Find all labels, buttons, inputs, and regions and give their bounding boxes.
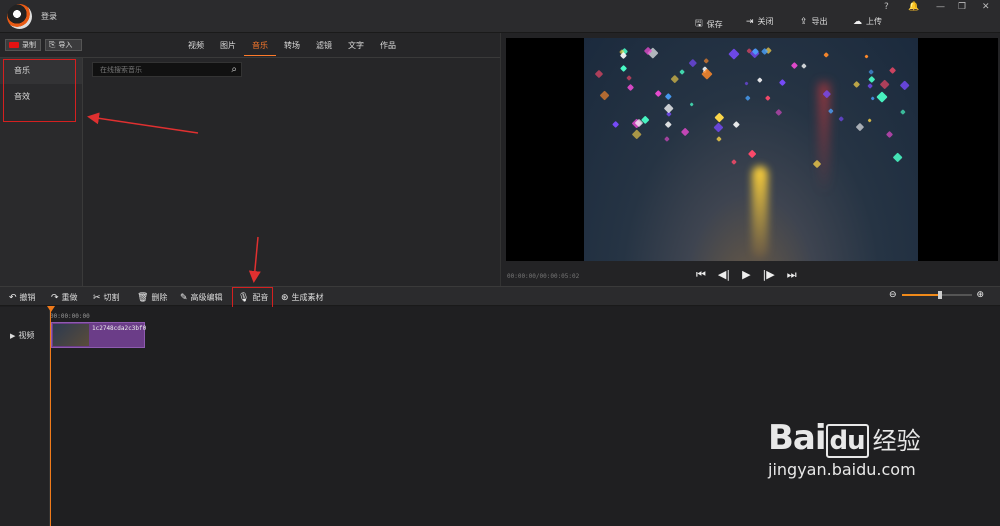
search-icon[interactable]: ⌕ [231,64,237,75]
tab-transitions[interactable]: 转场 [276,38,308,56]
export-icon: ⇪ [800,16,808,27]
clip-thumbnail [53,324,89,346]
pencil-icon: ✎ [180,292,188,303]
tab-video[interactable]: 视频 [180,38,212,56]
maximize-icon[interactable]: ❐ [958,2,966,12]
skip-start-icon[interactable]: ⏮ [696,268,706,282]
video-clip[interactable]: 1c2748cda2c3bf0 [51,322,147,348]
skip-end-icon[interactable]: ⏭ [787,268,797,282]
zoom-slider-handle[interactable] [938,291,943,299]
zoom-out-icon[interactable]: ⊖ [889,290,897,300]
zoom-in-icon[interactable]: ⊕ [977,290,985,300]
tab-text[interactable]: 文字 [340,38,372,56]
redo-icon: ↷ [51,292,59,303]
step-back-icon[interactable]: ◀| [718,268,730,282]
app-logo[interactable] [7,4,32,29]
record-button[interactable]: 录制 [5,39,41,51]
baidu-watermark: Bai du 经验 jingyan.baidu.com [768,418,921,479]
video-track-label: ▶ 视频 [10,331,35,340]
playhead-marker[interactable] [47,306,55,312]
upload-icon: ☁ [853,16,862,27]
advanced-edit-button[interactable]: ✎ 高级编辑 [180,292,223,303]
media-tabs: 视频 图片 音乐 转场 滤镜 文字 作品 [180,38,404,56]
top-bar: 登录 ? 🔔 — ❐ ✕ 🖫 保存 ⇥ 关闭 ⇪ 导出 ☁ 上传 [0,0,1000,33]
scissors-icon: ✂ [93,292,101,303]
video-stage [506,38,998,261]
video-frame[interactable] [584,38,918,261]
music-search-input[interactable]: 在线搜索音乐 ⌕ [92,62,242,77]
timecode: 00:00:00/00:00:05:02 [507,273,580,280]
import-icon: ⎘ [49,40,56,49]
tab-works[interactable]: 作品 [372,38,404,56]
playhead[interactable] [50,307,51,526]
play-icon[interactable]: ▶ [742,268,750,282]
tab-images[interactable]: 图片 [212,38,244,56]
undo-icon: ↶ [9,292,17,303]
step-forward-icon[interactable]: |▶ [763,268,775,282]
help-icon[interactable]: ? [884,2,889,12]
import-button[interactable]: ⎘ 导入 [45,39,82,51]
preview-panel: 00:00:00/00:00:05:02 ⏮ ◀| ▶ |▶ ⏭ [500,33,1000,286]
zoom-slider[interactable] [901,291,972,299]
generate-icon: ⊛ [281,292,289,303]
record-icon [9,42,19,48]
tab-filters[interactable]: 滤镜 [308,38,340,56]
video-track-icon: ▶ [10,331,16,340]
cut-button[interactable]: ✂ 切割 [93,292,120,303]
save-icon: 🖫 [695,19,703,29]
track-header: ▶ 视频 [0,307,50,526]
upload-button[interactable]: ☁ 上传 [853,16,882,27]
close-doc-icon: ⇥ [746,16,754,27]
trash-icon: 🗑 [137,292,149,303]
timeline-ruler: 00:00:00:00 [50,313,90,320]
export-button[interactable]: ⇪ 导出 [800,16,828,27]
generate-material-button[interactable]: ⊛ 生成素材 [281,292,324,303]
close-window-icon[interactable]: ✕ [982,2,990,12]
save-button[interactable]: 🖫 保存 [695,16,723,32]
close-button[interactable]: ⇥ 关闭 [746,16,774,27]
playback-controls: ⏮ ◀| ▶ |▶ ⏭ [696,268,797,282]
media-panel: 录制 ⎘ 导入 视频 图片 音乐 转场 滤镜 文字 作品 音乐 音效 在线搜索音… [0,33,500,286]
tab-music[interactable]: 音乐 [244,38,276,56]
minimize-icon[interactable]: — [936,2,945,12]
timeline: ▶ 视频 00:00:00:00 1c2748cda2c3bf0 [0,306,1000,526]
login-link[interactable]: 登录 [41,11,57,22]
zoom-control: ⊖ ⊕ [889,290,984,300]
timeline-toolbar: ↶ 撤销 ↷ 重做 ✂ 切割 🗑 删除 ✎ 高级编辑 🎙 配音 ⊛ 生成素材 [0,286,1000,306]
undo-button[interactable]: ↶ 撤销 [9,292,36,303]
clip-name: 1c2748cda2c3bf0 [92,325,147,332]
delete-button[interactable]: 🗑 删除 [137,292,167,303]
redo-button[interactable]: ↷ 重做 [51,292,78,303]
highlight-box-categories [3,59,76,122]
notification-icon[interactable]: 🔔 [908,2,919,12]
